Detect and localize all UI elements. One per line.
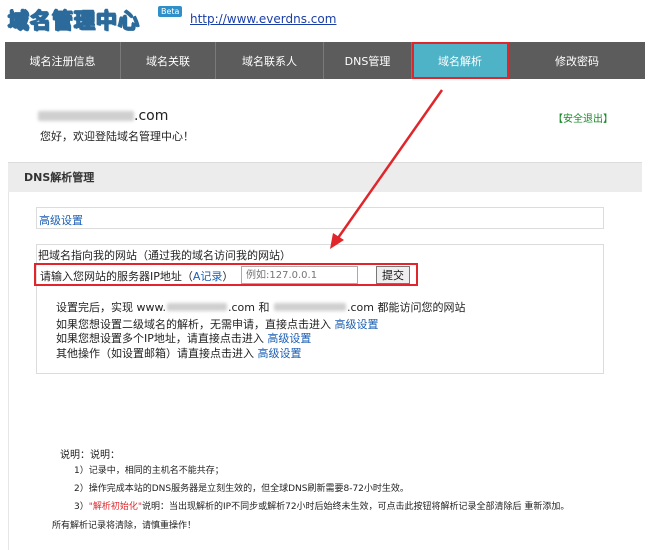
note-4: 所有解析记录将清除，请慎重操作！ [52,521,197,531]
tab-domain-registration[interactable]: 域名注册信息 [5,42,121,79]
note-3-text: 说明：当出现解析的IP不同步或解析72小时后始终未生效，可点击此按钮将解析记录全… [142,502,570,512]
logout-link[interactable]: 【安全退出】 [553,110,613,125]
ip-address-input[interactable] [241,266,358,284]
tab-domain-resolution[interactable]: 域名解析 [412,42,509,79]
note-3: 3）"解析初始化"说明：当出现解析的IP不同步或解析72小时后始终未生效，可点击… [74,499,569,512]
notes-title: 说明：说明： [60,450,120,461]
header: 域名管理中心 Beta http://www.everdns.com [0,0,650,42]
ip-input-row: 请输入您网站的服务器IP地址（A记录） 提交 [34,263,418,286]
site-url-link[interactable]: http://www.everdns.com [190,12,336,26]
info-line-4-text: 其他操作（如设置邮箱）请直接点击进入 [56,347,254,360]
welcome-panel: .com 您好，欢迎登陆域名管理中心！ 【安全退出】 [8,92,642,162]
info-line-1: 设置完后，实现 www. .com 和 .com 都能访问您的网站 [56,299,465,315]
tab-domain-link[interactable]: 域名关联 [121,42,216,79]
info-line-3: 如果您想设置多个IP地址，请直接点击进入 高级设置 [56,330,311,346]
redacted-domain [166,303,227,311]
tab-domain-contact[interactable]: 域名联系人 [216,42,324,79]
welcome-message: 您好，欢迎登陆域名管理中心！ [40,130,194,143]
point-title: 把域名指向我的网站（通过我的域名访问我的网站） [38,249,291,262]
domain-suffix: .com [134,108,169,124]
site-logo: 域名管理中心 [8,9,140,34]
note-3-prefix: 3） [74,502,89,512]
redacted-domain [38,111,134,121]
info-line-4: 其他操作（如设置邮箱）请直接点击进入 高级设置 [56,345,302,361]
section-title: DNS解析管理 [8,162,642,192]
info-line-1-mid: .com 和 [227,301,270,314]
info-line-3-text: 如果您想设置多个IP地址，请直接点击进入 [56,332,264,345]
domain-name: .com [38,108,168,124]
redacted-domain [273,303,346,311]
advanced-settings-link-4[interactable]: 高级设置 [258,347,302,360]
advanced-settings-link-2[interactable]: 高级设置 [335,318,379,331]
info-line-1-prefix: 设置完后，实现 www. [56,301,166,314]
note-1: 1）记录中，相同的主机名不能共存； [74,466,224,476]
reset-resolution-label: "解析初始化" [88,502,143,512]
info-line-1-suffix: .com 都能访问您的网站 [346,301,466,314]
submit-button[interactable]: 提交 [376,266,410,284]
ip-label-text: 请输入您网站的服务器IP地址（ [40,270,193,283]
ip-label: 请输入您网站的服务器IP地址（A记录） [40,268,233,284]
advanced-settings-box: 高级设置 [36,207,604,229]
note-2: 2）操作完成本站的DNS服务器是立刻生效的，但全球DNS刷新需要8-72小时生效… [74,484,409,494]
tab-change-password[interactable]: 修改密码 [509,42,645,79]
advanced-settings-link-3[interactable]: 高级设置 [267,332,311,345]
main-nav: 域名注册信息 域名关联 域名联系人 DNS管理 域名解析 修改密码 [5,42,645,79]
tab-dns-management[interactable]: DNS管理 [324,42,412,79]
beta-badge: Beta [158,6,183,17]
ip-label-close: ） [222,270,234,283]
advanced-settings-link[interactable]: 高级设置 [39,212,83,228]
a-record-label: A记录 [192,270,223,283]
